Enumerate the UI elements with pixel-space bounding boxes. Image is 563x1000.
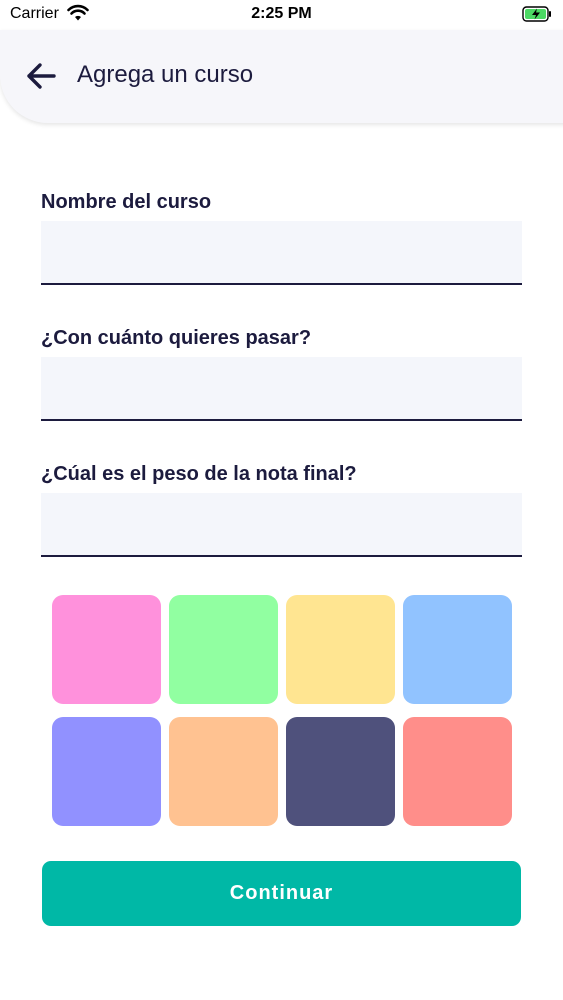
back-button[interactable]: [22, 57, 60, 95]
pass-grade-label: ¿Con cuánto quieres pasar?: [41, 327, 312, 349]
course-name-input[interactable]: [41, 221, 522, 285]
pass-grade-input[interactable]: [41, 357, 522, 421]
color-swatch-navy[interactable]: [286, 717, 395, 826]
app-header: Agrega un curso: [0, 30, 563, 123]
color-swatch-orange[interactable]: [169, 717, 278, 826]
final-weight-input[interactable]: [41, 493, 522, 557]
status-bar: Carrier 2:25 PM: [0, 0, 563, 30]
final-weight-label: ¿Cúal es el peso de la nota final?: [41, 463, 357, 485]
color-swatch-red[interactable]: [403, 717, 512, 826]
color-swatch-green[interactable]: [169, 595, 278, 704]
arrow-left-icon: [27, 63, 56, 89]
color-swatch-light-blue[interactable]: [403, 595, 512, 704]
color-swatch-purple[interactable]: [52, 717, 161, 826]
page-title: Agrega un curso: [77, 61, 254, 88]
course-name-label: Nombre del curso: [41, 191, 212, 213]
clock: 2:25 PM: [251, 5, 312, 22]
continue-button[interactable]: Continuar: [42, 861, 521, 926]
color-swatch-pink[interactable]: [52, 595, 161, 704]
battery-charging-icon: [522, 6, 551, 22]
color-swatch-yellow[interactable]: [286, 595, 395, 704]
